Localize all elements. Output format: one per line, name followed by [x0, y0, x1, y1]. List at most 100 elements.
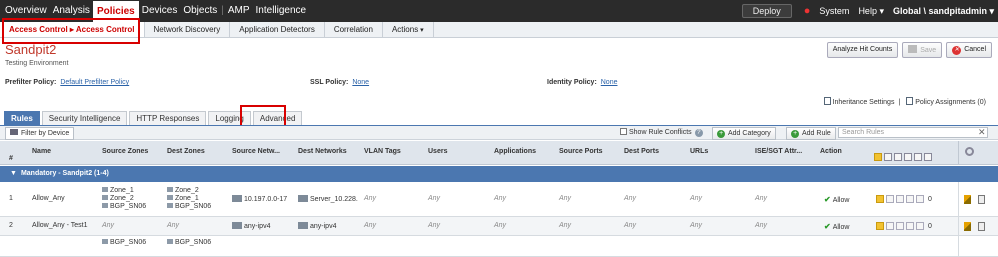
delete-trash-icon[interactable]	[978, 195, 985, 204]
zone-name: BGP_SN06	[110, 203, 147, 210]
col-action[interactable]: Action	[820, 148, 842, 155]
col-dest-zones[interactable]: Dest Zones	[167, 148, 205, 155]
policy-assignments-link[interactable]: Policy Assignments (0)	[915, 99, 986, 106]
log-icon[interactable]	[906, 195, 914, 203]
subnav-correlation[interactable]: Correlation	[325, 22, 383, 37]
analyze-hit-counts-button[interactable]: Analyze Hit Counts	[826, 42, 899, 58]
col-urls[interactable]: URLs	[690, 148, 708, 155]
identity-link[interactable]: None	[601, 79, 618, 86]
col-dest-networks[interactable]: Dest Networks	[298, 148, 347, 155]
nav-objects[interactable]: Objects	[180, 0, 220, 22]
table-row[interactable]: 1 Allow_Any Zone_1 Zone_2 BGP_SN06 Zone_…	[0, 182, 998, 217]
tab-rules[interactable]: Rules	[4, 111, 40, 126]
deploy-button[interactable]: Deploy	[741, 4, 792, 18]
dest-zones-cell: BGP_SN06	[167, 239, 211, 247]
identity-policy: Identity Policy: None	[547, 79, 617, 86]
col-dest-ports[interactable]: Dest Ports	[624, 148, 659, 155]
action-cell: ✔ Allow	[824, 222, 849, 231]
file-icon[interactable]	[916, 222, 924, 230]
top-nav-right: Deploy ● System Help ▾ Global \ sandpita…	[733, 0, 994, 22]
subnav-application-detectors[interactable]: Application Detectors	[230, 22, 325, 37]
col-source-networks[interactable]: Source Netw...	[232, 148, 280, 155]
cancel-icon: ✕	[952, 46, 962, 55]
source-network: 10.197.0.0-17	[244, 196, 288, 203]
users-icon[interactable]	[896, 195, 904, 203]
add-rule-label: Add Rule	[802, 130, 831, 137]
show-rule-conflicts[interactable]: Show Rule Conflicts?	[620, 128, 703, 138]
shield-icon[interactable]	[876, 195, 884, 203]
top-nav-bar: Overview Analysis Policies Devices Objec…	[0, 0, 998, 22]
nav-intelligence[interactable]: Intelligence	[253, 0, 310, 22]
inheritance-settings-link[interactable]: Inheritance Settings	[833, 99, 895, 106]
rule-icon-group: 0	[876, 195, 932, 203]
col-name[interactable]: Name	[32, 148, 51, 155]
zone-name: Zone_2	[110, 195, 134, 202]
rules-toolbar: Filter by Device Show Rule Conflicts? + A…	[0, 126, 998, 140]
ise-cell: Any	[755, 195, 768, 202]
users-icon	[894, 153, 902, 161]
rule-name[interactable]: Allow_Any - Test1	[32, 222, 88, 229]
urls-cell: Any	[690, 195, 703, 202]
col-hash: #	[9, 155, 13, 162]
filter-by-device-button[interactable]: Filter by Device	[5, 127, 75, 140]
source-network-cell: any-ipv4	[232, 222, 270, 230]
prefilter-policy: Prefilter Policy: Default Prefilter Poli…	[5, 79, 129, 86]
column-separator	[958, 182, 959, 216]
add-category-button[interactable]: + Add Category	[712, 127, 776, 140]
search-rules-input[interactable]: Search Rules	[838, 127, 988, 138]
ssl-link[interactable]: None	[352, 79, 369, 86]
edit-pencil-icon[interactable]	[964, 195, 971, 204]
cancel-button[interactable]: ✕ Cancel	[946, 42, 992, 58]
collapse-triangle-icon[interactable]: ▼	[10, 166, 17, 182]
show-conflicts-checkbox[interactable]	[620, 128, 627, 135]
nav-devices[interactable]: Devices	[139, 0, 181, 22]
col-source-ports[interactable]: Source Ports	[559, 148, 603, 155]
help-menu[interactable]: Help ▾	[858, 6, 884, 17]
save-button[interactable]: Save	[902, 42, 943, 58]
comment-icon	[924, 153, 932, 161]
log-icon[interactable]	[906, 222, 914, 230]
document-icon[interactable]	[886, 222, 894, 230]
zone-item: BGP_SN06	[102, 203, 146, 211]
alert-icon[interactable]: ●	[804, 5, 811, 17]
user-menu[interactable]: Global \ sandpitadmin ▾	[893, 6, 994, 17]
delete-trash-icon[interactable]	[978, 222, 985, 231]
help-icon[interactable]: ?	[694, 129, 703, 137]
gear-icon[interactable]	[965, 147, 974, 156]
show-conflicts-label: Show Rule Conflicts	[629, 129, 692, 136]
system-menu[interactable]: System	[819, 6, 849, 16]
prefilter-link[interactable]: Default Prefilter Policy	[60, 79, 129, 86]
nav-amp[interactable]: AMP	[225, 0, 253, 22]
subnav-network-discovery[interactable]: Network Discovery	[145, 22, 231, 37]
category-row-mandatory[interactable]: ▼ Mandatory - Sandpit2 (1-4)	[0, 166, 998, 182]
clear-search-icon[interactable]: ✕	[978, 127, 986, 138]
shield-icon[interactable]	[876, 222, 884, 230]
source-zones-cell: BGP_SN06	[102, 239, 146, 247]
dest-zones-cell: Any	[167, 222, 180, 229]
col-ise-sgt[interactable]: ISE/SGT Attr...	[755, 148, 802, 155]
prefilter-label: Prefilter Policy:	[5, 79, 57, 86]
table-row[interactable]: BGP_SN06 BGP_SN06	[0, 236, 998, 257]
col-applications[interactable]: Applications	[494, 148, 536, 155]
add-rule-button[interactable]: + Add Rule	[786, 127, 836, 140]
tab-http-responses[interactable]: HTTP Responses	[129, 111, 207, 126]
document-icon[interactable]	[886, 195, 894, 203]
source-ports-cell: Any	[559, 195, 572, 202]
tab-security-intelligence[interactable]: Security Intelligence	[41, 111, 128, 126]
col-vlan-tags[interactable]: VLAN Tags	[364, 148, 401, 155]
table-row[interactable]: 2 Allow_Any - Test1 Any Any any-ipv4 any…	[0, 217, 998, 236]
policy-description: Testing Environment	[5, 60, 69, 67]
col-users[interactable]: Users	[428, 148, 447, 155]
dest-ports-cell: Any	[624, 222, 637, 229]
dest-network-cell: Server_10.228.	[298, 195, 358, 203]
comment-count: 0	[928, 195, 932, 203]
rules-table-header: # Name Source Zones Dest Zones Source Ne…	[0, 141, 998, 165]
subnav-actions[interactable]: Actions	[383, 22, 434, 37]
vlan-cell: Any	[364, 195, 377, 202]
rule-name[interactable]: Allow_Any	[32, 195, 65, 202]
col-source-zones[interactable]: Source Zones	[102, 148, 148, 155]
log-icon	[904, 153, 912, 161]
users-icon[interactable]	[896, 222, 904, 230]
file-icon[interactable]	[916, 195, 924, 203]
edit-pencil-icon[interactable]	[964, 222, 971, 231]
